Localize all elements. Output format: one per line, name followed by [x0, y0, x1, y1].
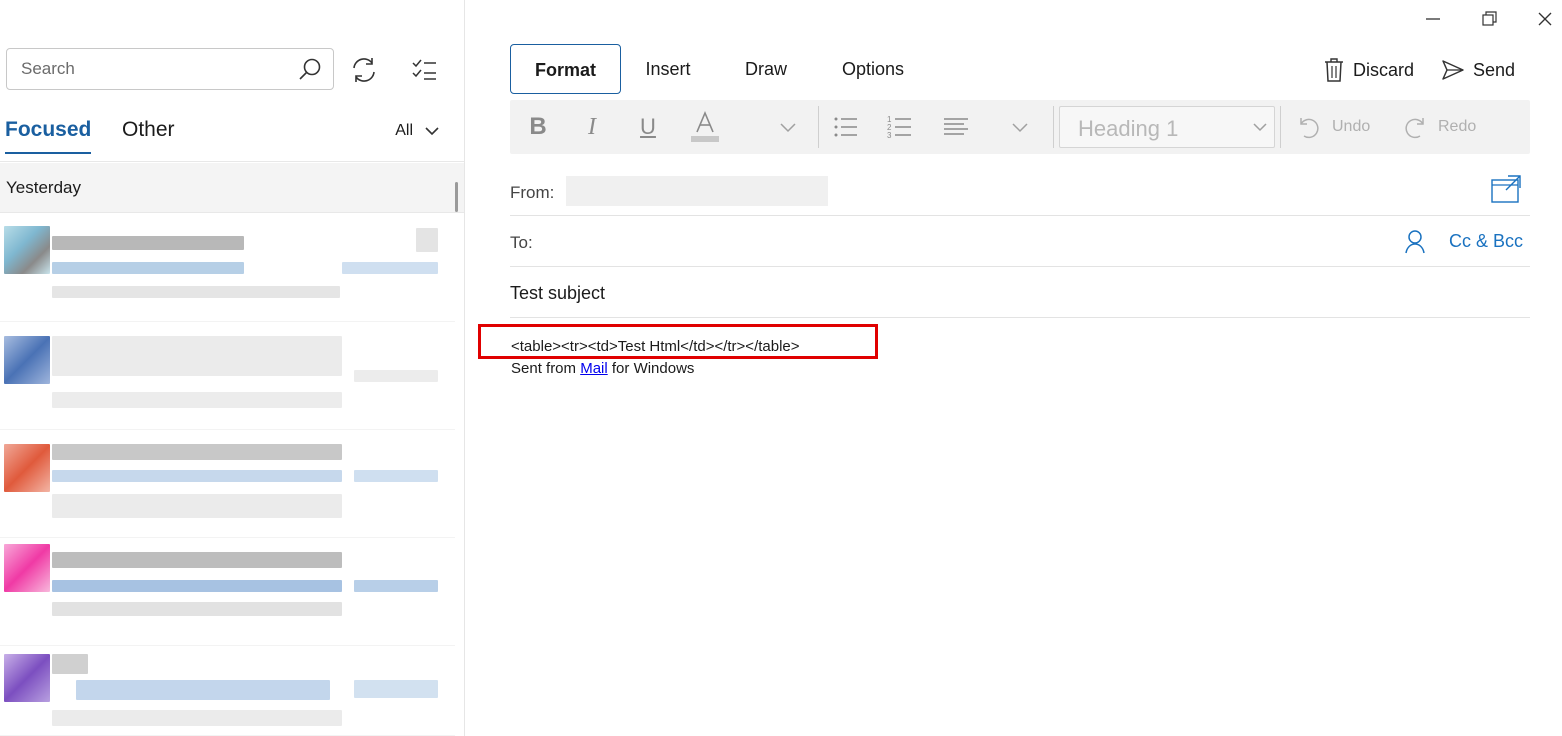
signature-suffix: for Windows — [611, 360, 695, 377]
sender-placeholder — [52, 336, 342, 376]
divider — [1053, 106, 1054, 148]
sender-placeholder — [52, 236, 244, 250]
italic-icon[interactable]: I — [576, 112, 608, 142]
tab-other[interactable]: Other — [122, 118, 175, 142]
search-icon[interactable] — [297, 57, 323, 83]
subject-placeholder — [52, 262, 244, 274]
svg-text:3: 3 — [887, 131, 892, 140]
signature-prefix: Sent from — [511, 360, 577, 377]
send-button[interactable]: Send — [1441, 56, 1515, 84]
chevron-down-icon — [1253, 123, 1267, 132]
subject-placeholder — [52, 470, 342, 482]
preview-placeholder — [52, 392, 342, 408]
chevron-down-icon[interactable] — [1004, 112, 1036, 142]
avatar — [4, 226, 50, 274]
signature-line: Sent from Mail for Windows — [511, 358, 800, 380]
numbered-list-icon[interactable]: 1 2 3 — [884, 112, 916, 142]
divider — [1280, 106, 1281, 148]
preview-placeholder — [52, 286, 340, 298]
undo-button[interactable]: Undo — [1296, 114, 1370, 140]
subject-placeholder — [52, 580, 342, 592]
redo-label: Redo — [1438, 118, 1477, 135]
inbox-tabs: Focused Other All — [0, 112, 464, 162]
trash-icon — [1325, 58, 1343, 82]
contact-picker-icon[interactable] — [1404, 229, 1426, 255]
list-item[interactable] — [0, 430, 455, 538]
avatar — [4, 654, 50, 702]
date-group-label: Yesterday — [6, 178, 81, 197]
from-address-placeholder[interactable] — [566, 176, 828, 206]
tab-options[interactable]: Options — [835, 44, 911, 94]
subject-placeholder — [76, 680, 330, 700]
preview-placeholder — [52, 602, 342, 616]
subject-row[interactable]: Test subject — [510, 268, 1530, 318]
chevron-down-icon — [425, 127, 439, 136]
sender-placeholder — [52, 444, 342, 460]
preview-placeholder — [52, 494, 342, 518]
list-item[interactable] — [0, 538, 455, 646]
font-color-icon[interactable] — [688, 110, 722, 144]
undo-icon — [1300, 118, 1319, 139]
mail-app-window: Focused Other All Yesterday — [0, 0, 1562, 736]
subject-field[interactable]: Test subject — [510, 283, 605, 304]
avatar — [4, 544, 50, 592]
close-icon[interactable] — [1533, 8, 1557, 30]
avatar — [4, 336, 50, 384]
date-placeholder — [354, 370, 438, 382]
highlight-box — [478, 324, 878, 359]
date-placeholder — [354, 580, 438, 592]
from-row: From: — [510, 166, 1530, 216]
tab-focused[interactable]: Focused — [5, 118, 92, 154]
sync-icon[interactable] — [348, 54, 380, 86]
tab-insert[interactable]: Insert — [635, 44, 701, 94]
tab-draw[interactable]: Draw — [737, 44, 795, 94]
redo-icon — [1405, 118, 1424, 139]
cc-bcc-button[interactable]: Cc & Bcc — [1449, 231, 1523, 252]
format-ribbon: B I U 1 2 3 Heading 1 Undo Redo — [510, 100, 1530, 154]
date-placeholder — [354, 680, 438, 698]
pop-out-icon[interactable] — [1490, 174, 1522, 204]
discard-button[interactable]: Discard — [1323, 56, 1414, 84]
filter-dropdown[interactable]: All — [395, 122, 439, 140]
chevron-down-icon[interactable] — [772, 112, 804, 142]
to-label: To: — [510, 233, 533, 252]
compose-pane: Format Insert Draw Options Discard Send … — [465, 0, 1562, 736]
to-row[interactable]: To: Cc & Bcc — [510, 217, 1530, 267]
undo-label: Undo — [1332, 118, 1371, 135]
underline-icon[interactable]: U — [632, 112, 664, 142]
discard-label: Discard — [1353, 59, 1415, 80]
align-icon[interactable] — [940, 112, 972, 142]
list-item[interactable] — [0, 322, 455, 430]
redo-button[interactable]: Redo — [1402, 114, 1476, 140]
date-placeholder — [354, 470, 438, 482]
send-icon — [1442, 60, 1464, 80]
divider — [818, 106, 819, 148]
sender-placeholder — [52, 654, 88, 674]
flag-placeholder — [416, 228, 438, 252]
bold-icon[interactable]: B — [522, 112, 554, 142]
scrollbar-thumb[interactable] — [455, 182, 458, 212]
from-label: From: — [510, 183, 555, 202]
message-list-pane: Focused Other All Yesterday — [0, 0, 465, 736]
list-item[interactable] — [0, 646, 455, 736]
sender-placeholder — [52, 552, 342, 568]
avatar — [4, 444, 50, 492]
paragraph-style-value: Heading 1 — [1078, 116, 1179, 141]
date-group-header: Yesterday — [0, 163, 464, 213]
filter-label: All — [395, 122, 413, 139]
bullet-list-icon[interactable] — [830, 112, 862, 142]
paragraph-style-dropdown[interactable]: Heading 1 — [1059, 106, 1275, 148]
send-label: Send — [1473, 59, 1516, 80]
tab-format[interactable]: Format — [510, 44, 621, 94]
date-placeholder — [342, 262, 438, 274]
mail-link[interactable]: Mail — [580, 360, 608, 377]
restore-icon[interactable] — [1477, 8, 1501, 30]
list-item[interactable] — [0, 214, 455, 322]
minimize-icon[interactable] — [1421, 8, 1445, 30]
select-mode-icon[interactable] — [408, 54, 440, 86]
preview-placeholder — [52, 710, 342, 726]
search-box[interactable] — [6, 48, 334, 90]
search-input[interactable] — [7, 49, 287, 89]
